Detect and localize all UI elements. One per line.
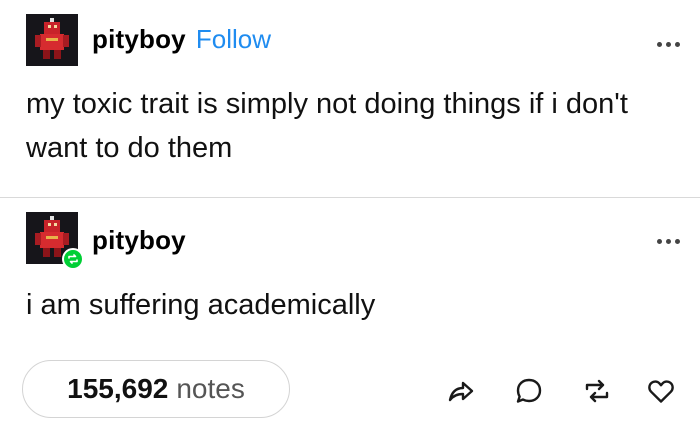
original-post: pityboy Follow my toxic trait is simply … [0, 0, 700, 198]
username[interactable]: pityboy [92, 24, 186, 55]
dot [666, 239, 671, 244]
notes-count: 155,692 [67, 373, 169, 404]
reblog-badge [62, 248, 84, 270]
dot [657, 239, 662, 244]
post-text: my toxic trait is simply not doing thing… [26, 88, 628, 164]
reply-icon[interactable] [514, 376, 544, 406]
post-actions [446, 376, 676, 406]
reblog-icon[interactable] [582, 376, 612, 406]
dot [675, 239, 680, 244]
dot [666, 42, 671, 47]
dot [675, 42, 680, 47]
post-header: pityboy [92, 225, 186, 256]
avatar[interactable] [26, 14, 78, 66]
post-text: i am suffering academically [26, 289, 376, 321]
share-icon[interactable] [446, 376, 476, 406]
follow-button[interactable]: Follow [196, 24, 271, 55]
avatar[interactable] [26, 212, 84, 270]
dot [657, 42, 662, 47]
notes-button[interactable]: 155,692 notes [22, 360, 290, 418]
username[interactable]: pityboy [92, 225, 186, 256]
like-icon[interactable] [646, 376, 676, 406]
more-options-icon[interactable] [657, 42, 680, 47]
reblog-icon [68, 254, 78, 264]
notes-label: notes [176, 373, 245, 404]
more-options-icon[interactable] [657, 239, 680, 244]
red-robot-avatar-icon [26, 14, 78, 66]
reblog-post: pityboy i am suffering academically 155,… [0, 199, 700, 436]
post-header: pityboy Follow [92, 24, 271, 55]
divider [0, 197, 700, 198]
